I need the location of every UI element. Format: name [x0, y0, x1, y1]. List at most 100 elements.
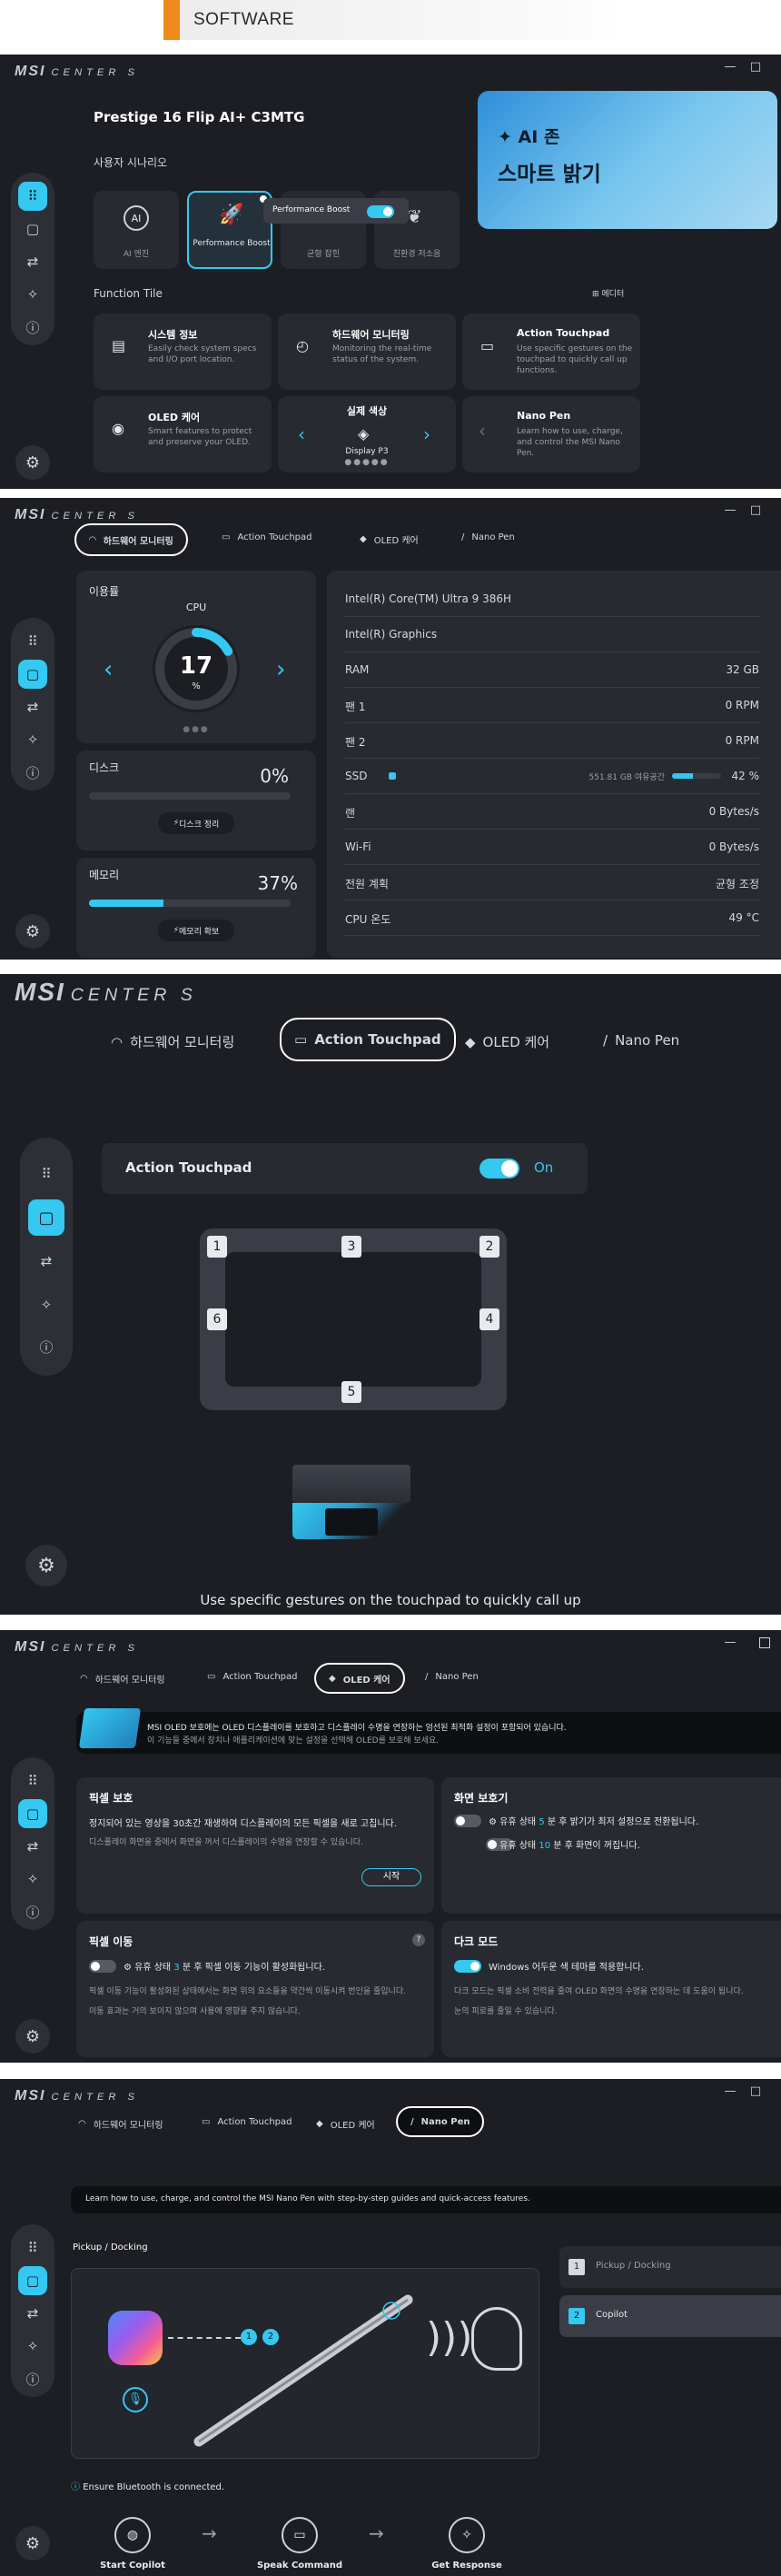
settings-gear-icon[interactable]: ⚙ — [25, 1545, 67, 1586]
tile-action-touchpad[interactable]: ▭ Action Touchpad Use specific gestures … — [462, 313, 640, 390]
home-icon[interactable]: ⠿ — [18, 2233, 47, 2263]
tile-nano-pen[interactable]: ‹ Nano Pen Learn how to use, charge, and… — [462, 396, 640, 472]
tab-hardware-monitoring[interactable]: ◠ 하드웨어 모니터링 — [78, 2117, 163, 2131]
sliders-icon[interactable]: ⇄ — [18, 1832, 47, 1861]
nano-pen-intro: Learn how to use, charge, and control th… — [71, 2186, 781, 2213]
maximize-button[interactable]: □ — [748, 503, 763, 517]
step-item-pickup[interactable]: 1 Pickup / Docking — [559, 2246, 781, 2288]
feedback-icon[interactable]: ⓘ — [18, 758, 47, 787]
feedback-icon[interactable]: ⓘ — [28, 1328, 64, 1365]
edit-button[interactable]: ⊞ 에디터 — [592, 287, 624, 299]
home-icon[interactable]: ⠿ — [18, 1766, 47, 1795]
prev-chevron-icon[interactable]: ‹ — [298, 423, 305, 445]
tab-action-touchpad[interactable]: ▭ Action Touchpad — [207, 1672, 297, 1682]
sparkle-icon[interactable]: ✧ — [18, 1865, 47, 1894]
tab-oled-care[interactable]: ◆ OLED 케어 — [316, 2117, 375, 2131]
tab-hardware-monitoring[interactable]: ◠ 하드웨어 모니터링 — [74, 523, 188, 556]
card-line: 다크 모드는 픽셀 소비 전력을 줄여 OLED 화면의 수명을 연장하는 데 … — [454, 1987, 744, 1996]
nav-rail: ⠿ ▢ ⇄ ✧ ⓘ — [20, 1138, 73, 1376]
close-button[interactable] — [759, 1637, 770, 1648]
scenario-performance-boost[interactable]: 🚀 Performance Boost — [187, 191, 272, 269]
ssd-usage-bar — [672, 773, 721, 779]
zone-6[interactable]: 6 — [207, 1308, 227, 1330]
settings-gear-icon[interactable]: ⚙ — [15, 2526, 50, 2561]
tab-action-touchpad[interactable]: ▭ Action Touchpad — [222, 532, 311, 542]
prev-chevron-icon[interactable]: ‹ — [479, 420, 486, 442]
tab-nano-pen[interactable]: / Nano Pen — [425, 1672, 479, 1682]
tab-nano-pen[interactable]: / Nano Pen — [461, 532, 515, 542]
zone-5[interactable]: 5 — [341, 1381, 361, 1403]
tab-hardware-monitoring[interactable]: ◠ 하드웨어 모니터링 — [111, 1032, 234, 1051]
tile-title: 하드웨어 모니터링 — [332, 329, 410, 341]
memory-free-button[interactable]: ⚡ 메모리 확보 — [158, 920, 234, 941]
ai-zone-banner[interactable]: ✦ AI 존 스마트 밝기 — [478, 91, 777, 229]
feedback-icon[interactable]: ⓘ — [18, 1897, 47, 1926]
dim-toggle[interactable] — [454, 1815, 481, 1827]
boost-toggle[interactable] — [367, 205, 394, 218]
help-icon[interactable]: ? — [412, 1934, 425, 1946]
tile-true-color[interactable]: 실제 색상 ‹ › ◈ Display P3 ●●●●● — [278, 396, 456, 472]
settings-gear-icon[interactable]: ⚙ — [15, 2019, 50, 2054]
step-get-response: Get Response — [431, 2561, 502, 2571]
zone-3[interactable]: 3 — [341, 1236, 361, 1258]
minimize-button[interactable]: — — [723, 503, 737, 517]
step-item-copilot[interactable]: 2 Copilot — [559, 2295, 781, 2337]
tile-system-info[interactable]: ▤ 시스템 정보 Easily check system specs and I… — [94, 313, 272, 390]
next-chevron-icon[interactable]: › — [423, 423, 430, 445]
maximize-button[interactable]: □ — [748, 60, 763, 74]
tile-hardware-monitoring[interactable]: ◴ 하드웨어 모니터링 Monitoring the real-time sta… — [278, 313, 456, 390]
tab-oled-care[interactable]: ◆ OLED 케어 — [465, 1032, 549, 1051]
minimize-button[interactable]: — — [723, 1636, 737, 1649]
tab-hardware-monitoring[interactable]: ◠ 하드웨어 모니터링 — [80, 1672, 165, 1686]
home-icon[interactable]: ⠿ — [18, 627, 47, 656]
device-icon[interactable]: ▢ — [18, 1799, 47, 1828]
minimize-button[interactable]: — — [723, 60, 737, 74]
card-title: 픽셀 보호 — [89, 1792, 133, 1805]
disk-cleanup-button[interactable]: ⚡ 디스크 정리 — [158, 812, 234, 834]
spec-row: Intel(R) Graphics — [345, 617, 759, 652]
sliders-icon[interactable]: ⇄ — [18, 2299, 47, 2328]
device-icon[interactable]: ▢ — [18, 660, 47, 689]
device-icon[interactable]: ▢ — [28, 1199, 64, 1236]
pixel-shift-card: 픽셀 이동 ? ⚙ 유휴 상태 3 분 후 픽셀 이동 기능이 활성화됩니다. … — [76, 1921, 434, 2057]
touchpad-toggle[interactable] — [479, 1159, 519, 1179]
tab-oled-care[interactable]: ◆ OLED 케어 — [360, 532, 419, 546]
zone-2[interactable]: 2 — [479, 1236, 499, 1258]
sliders-icon[interactable]: ⇄ — [18, 692, 47, 721]
dark-mode-toggle[interactable] — [454, 1960, 481, 1973]
spec-label: SSD — [345, 770, 368, 782]
sparkle-icon[interactable]: ✧ — [18, 2332, 47, 2361]
start-button[interactable]: 시작 — [361, 1868, 421, 1886]
scenario-ai-engine[interactable]: AI AI 엔진 — [94, 191, 179, 269]
sliders-icon[interactable]: ⇄ — [28, 1243, 64, 1279]
feedback-icon[interactable]: ⓘ — [18, 313, 47, 342]
tile-desc: Learn how to use, charge, and control th… — [517, 427, 623, 458]
tile-oled-care[interactable]: ◉ OLED 케어 Smart features to protect and … — [94, 396, 272, 472]
tab-oled-care[interactable]: ◆ OLED 케어 — [314, 1663, 405, 1694]
device-icon[interactable]: ▢ — [18, 2266, 47, 2295]
tab-nano-pen[interactable]: / Nano Pen — [603, 1032, 679, 1049]
pixel-shift-toggle[interactable] — [89, 1960, 116, 1973]
sparkle-icon[interactable]: ✧ — [18, 280, 47, 309]
tab-action-touchpad[interactable]: ▭ Action Touchpad — [202, 2117, 292, 2127]
sliders-icon[interactable]: ⇄ — [18, 247, 47, 276]
home-icon[interactable]: ⠿ — [18, 182, 47, 211]
speaking-head-icon: ))) — [426, 2314, 473, 2361]
settings-gear-icon[interactable]: ⚙ — [15, 914, 50, 949]
card-line: 이동 효과는 거의 보이지 않으며 사용에 영향을 주지 않습니다. — [89, 2007, 301, 2016]
minimize-button[interactable]: — — [723, 2084, 737, 2098]
scenario-label-balanced: 균형 잡힌 — [307, 250, 340, 259]
zone-4[interactable]: 4 — [479, 1308, 499, 1330]
tab-action-touchpad[interactable]: ▭ Action Touchpad — [280, 1018, 456, 1061]
sparkle-icon[interactable]: ✧ — [18, 725, 47, 754]
zone-1[interactable]: 1 — [207, 1236, 227, 1258]
tab-nano-pen[interactable]: / Nano Pen — [396, 2106, 485, 2137]
maximize-button[interactable]: □ — [748, 2084, 763, 2098]
settings-gear-icon[interactable]: ⚙ — [15, 445, 50, 480]
home-icon[interactable]: ⠿ — [28, 1156, 64, 1192]
device-icon[interactable]: ▢ — [18, 214, 47, 244]
feedback-icon[interactable]: ⓘ — [18, 2364, 47, 2393]
touchpad-icon: ▭ — [222, 532, 231, 542]
step-number: 1 — [568, 2259, 585, 2275]
sparkle-icon[interactable]: ✧ — [28, 1287, 64, 1323]
